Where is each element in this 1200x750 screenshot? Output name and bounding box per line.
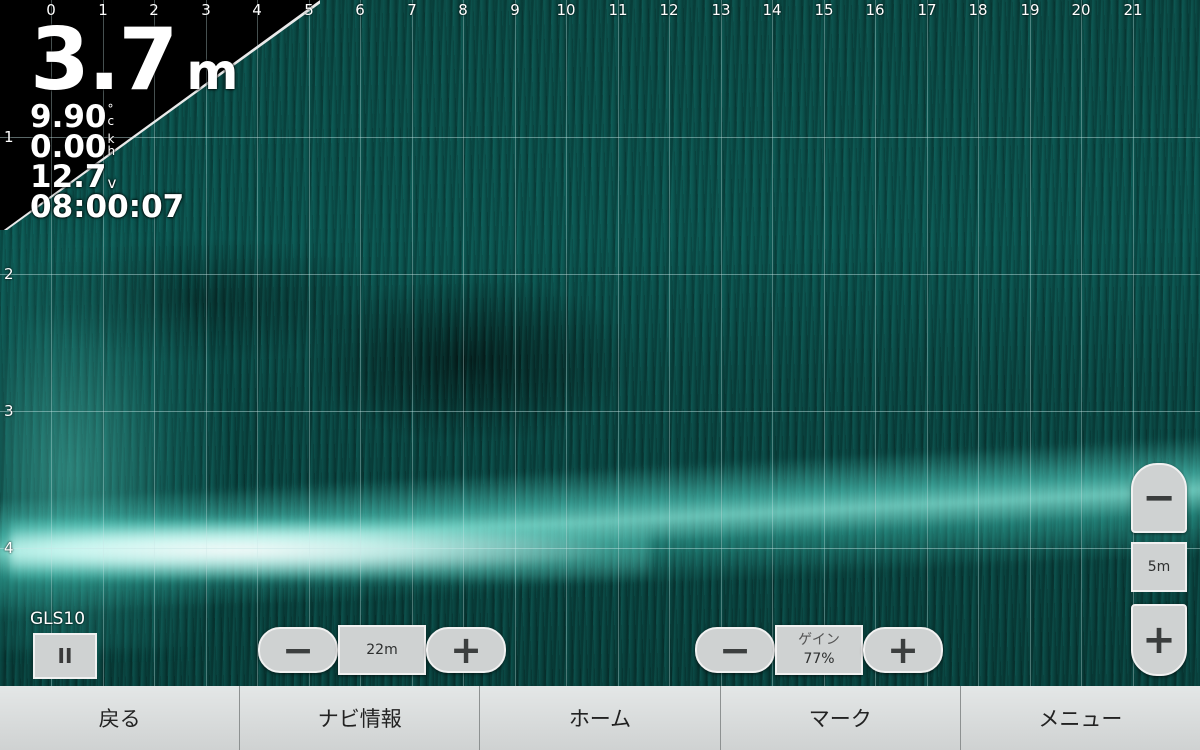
temperature-unit-letter: c xyxy=(107,114,115,128)
range-plus-button[interactable]: + xyxy=(426,627,506,673)
x-tick-label: 4 xyxy=(252,1,262,19)
grid-line-vertical xyxy=(1030,0,1031,686)
pause-icon: II xyxy=(57,644,73,668)
softkey-home[interactable]: ホーム xyxy=(480,686,721,750)
grid-line-vertical xyxy=(463,0,464,686)
zoom-out-button[interactable]: − xyxy=(1131,463,1187,533)
x-tick-label: 6 xyxy=(355,1,365,19)
x-tick-label: 10 xyxy=(556,1,576,19)
source-label: GLS10 xyxy=(30,609,86,629)
x-tick-label: 19 xyxy=(1020,1,1040,19)
zoom-value-box: 5m xyxy=(1131,542,1187,592)
gain-value-box: ゲイン 77% xyxy=(775,625,863,675)
grid-line-vertical xyxy=(978,0,979,686)
grid-line-vertical xyxy=(824,0,825,686)
minus-icon: − xyxy=(1142,475,1176,521)
zoom-in-button[interactable]: + xyxy=(1131,604,1187,676)
grid-line-horizontal xyxy=(0,411,1200,412)
grid-line-vertical xyxy=(772,0,773,686)
x-tick-label: 20 xyxy=(1071,1,1091,19)
grid-line-vertical xyxy=(566,0,567,686)
x-tick-label: 9 xyxy=(510,1,520,19)
grid-line-vertical xyxy=(618,0,619,686)
x-tick-label: 14 xyxy=(762,1,782,19)
x-tick-label: 15 xyxy=(814,1,834,19)
x-tick-label: 13 xyxy=(711,1,731,19)
clock-readout: 08:00:07 xyxy=(30,189,238,225)
grid-line-horizontal xyxy=(0,548,1200,549)
gain-plus-button[interactable]: + xyxy=(863,627,943,673)
range-value: 22m xyxy=(366,642,398,658)
voltage-unit: v xyxy=(107,174,117,192)
x-tick-label: 8 xyxy=(458,1,468,19)
gain-minus-button[interactable]: − xyxy=(695,627,775,673)
grid-line-vertical xyxy=(1081,0,1082,686)
grid-line-vertical xyxy=(927,0,928,686)
depth-unit: m xyxy=(186,43,239,101)
plus-icon: + xyxy=(1142,617,1176,663)
grid-line-vertical xyxy=(875,0,876,686)
readouts-panel: 3.7 m 9.90 ° c 0.00 k h 12.7 v 08:00:07 xyxy=(30,10,239,225)
y-tick-label: 4 xyxy=(4,539,14,557)
minus-icon: − xyxy=(282,628,314,672)
grid-line-horizontal xyxy=(0,274,1200,275)
grid-line-vertical xyxy=(669,0,670,686)
temperature-unit: ° c xyxy=(108,103,115,127)
grid-line-vertical xyxy=(360,0,361,686)
x-tick-label: 21 xyxy=(1123,1,1143,19)
depth-readout: 3.7 m xyxy=(30,10,239,110)
grid-line-vertical xyxy=(515,0,516,686)
softkey-back[interactable]: 戻る xyxy=(0,686,241,750)
grid-line-vertical xyxy=(257,0,258,686)
y-tick-label: 2 xyxy=(4,265,14,283)
speed-unit-bottom: h xyxy=(107,144,116,158)
softkey-mark[interactable]: マーク xyxy=(720,686,961,750)
softkey-nav-info[interactable]: ナビ情報 xyxy=(240,686,481,750)
y-tick-label: 3 xyxy=(4,402,14,420)
gain-value: 77% xyxy=(803,651,835,667)
range-minus-button[interactable]: − xyxy=(258,627,338,673)
minus-icon: − xyxy=(719,628,751,672)
x-tick-label: 3 xyxy=(201,1,211,19)
plus-icon: + xyxy=(887,628,919,672)
x-tick-label: 5 xyxy=(304,1,314,19)
x-tick-label: 12 xyxy=(659,1,679,19)
x-tick-label: 17 xyxy=(917,1,937,19)
range-value-box: 22m xyxy=(338,625,426,675)
pause-button[interactable]: II xyxy=(33,633,97,679)
x-tick-label: 18 xyxy=(968,1,988,19)
x-tick-label: 11 xyxy=(608,1,628,19)
zoom-value: 5m xyxy=(1147,559,1171,575)
softkey-menu[interactable]: メニュー xyxy=(960,686,1200,750)
grid-line-vertical xyxy=(309,0,310,686)
depth-value: 3.7 xyxy=(30,10,178,110)
voltage-readout: 12.7 v xyxy=(30,162,238,193)
speed-readout: 0.00 k h xyxy=(30,132,238,163)
x-tick-label: 16 xyxy=(865,1,885,19)
clock-value: 08:00:07 xyxy=(30,189,185,225)
y-tick-label: 1 xyxy=(4,128,14,146)
speed-unit: k h xyxy=(108,133,116,157)
grid-line-vertical xyxy=(412,0,413,686)
sonar-bottom-hotspot xyxy=(10,520,650,580)
gain-label: ゲイン xyxy=(798,632,840,648)
grid-line-vertical xyxy=(721,0,722,686)
softkey-bar: 戻る ナビ情報 ホーム マーク メニュー xyxy=(0,686,1200,750)
x-tick-label: 7 xyxy=(407,1,417,19)
plus-icon: + xyxy=(450,628,482,672)
